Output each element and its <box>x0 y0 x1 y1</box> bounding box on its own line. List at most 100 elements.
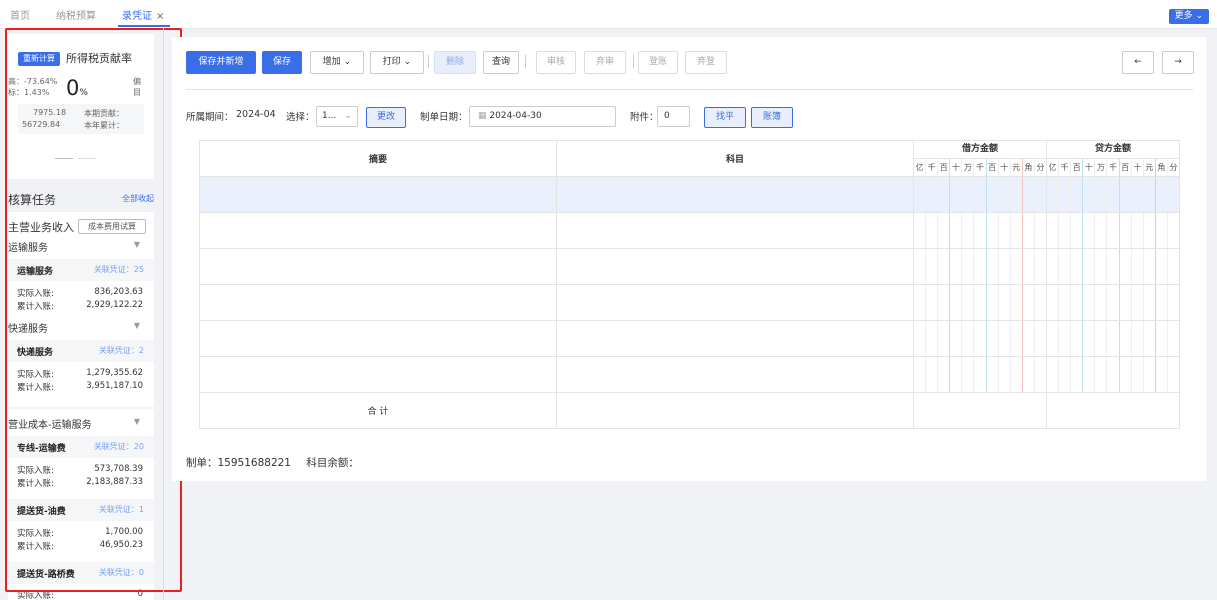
voucher-panel: 保存并新增 保存 增加 ⌄ 打印 ⌄ 删除 查询 审核 弃审 登账 弃登 ← →… <box>172 37 1206 481</box>
summary-cell[interactable] <box>199 176 557 213</box>
attachment-input[interactable]: 0 <box>657 106 690 127</box>
subject-cell[interactable] <box>556 320 914 357</box>
change-button[interactable]: 更改 <box>366 107 406 128</box>
digit-unit: 千 <box>1059 159 1072 176</box>
ledger-button[interactable]: 账簿 <box>751 107 793 128</box>
close-icon[interactable]: × <box>156 11 164 22</box>
digit-unit: 分 <box>1169 163 1178 172</box>
add-label: 增加 <box>322 57 341 67</box>
credit-cell[interactable] <box>1046 212 1180 249</box>
summary-cell[interactable] <box>199 284 557 321</box>
summary-cell[interactable] <box>199 356 557 393</box>
table-row[interactable] <box>199 356 1180 393</box>
summary-cell[interactable] <box>199 320 557 357</box>
maker-label: 制单： <box>186 457 218 469</box>
digit-unit: 分 <box>1036 163 1045 172</box>
choose-label: 选择： <box>286 112 315 123</box>
save-and-new-button[interactable]: 保存并新增 <box>186 51 256 74</box>
column-header-credit: 贷方金额 亿千百十万千百十元角分 <box>1046 140 1180 177</box>
credit-grid <box>1047 285 1179 320</box>
debit-cell[interactable] <box>913 176 1047 213</box>
subject-cell[interactable] <box>556 248 914 285</box>
digit-unit: 百 <box>1071 159 1084 176</box>
credit-cell[interactable] <box>1046 284 1180 321</box>
digit-unit: 亿 <box>1047 159 1060 176</box>
voucher-table: 摘要 科目 借方金额 亿千百十万千百十元角分 贷方金额 亿千百十万千百十元角分 <box>199 140 1180 429</box>
toolbar-divider <box>633 55 634 68</box>
debit-grid <box>914 357 1046 392</box>
more-button[interactable]: 更多 ⌄ <box>1168 9 1209 24</box>
credit-cell[interactable] <box>1046 320 1180 357</box>
debit-cell[interactable] <box>913 284 1047 321</box>
chevron-down-icon: ⌄ <box>344 111 352 121</box>
unpost-button[interactable]: 弃登 <box>685 51 727 74</box>
digit-unit: 千 <box>974 159 987 176</box>
tab-home[interactable]: 首页 <box>10 7 30 22</box>
digit-unit: 亿 <box>914 159 927 176</box>
table-row[interactable] <box>199 284 1180 321</box>
subject-cell[interactable] <box>556 356 914 393</box>
credit-cell[interactable] <box>1046 248 1180 285</box>
column-header-subject-text: 科目 <box>725 155 744 165</box>
debit-cell[interactable] <box>913 320 1047 357</box>
debit-cell[interactable] <box>913 212 1047 249</box>
table-header: 摘要 科目 借方金额 亿千百十万千百十元角分 贷方金额 亿千百十万千百十元角分 <box>199 140 1180 177</box>
total-debit-cell <box>913 392 1047 429</box>
query-button[interactable]: 查询 <box>483 51 519 74</box>
digit-unit: 千 <box>1107 159 1120 176</box>
debit-grid <box>914 213 1046 248</box>
voucher-footer: 制单：15951688221 科目余额： <box>186 455 359 470</box>
debit-cell[interactable] <box>913 356 1047 393</box>
save-button[interactable]: 保存 <box>262 51 302 74</box>
balance-button[interactable]: 找平 <box>704 107 746 128</box>
audit-button[interactable]: 审核 <box>536 51 576 74</box>
print-dropdown[interactable]: 打印 ⌄ <box>370 51 424 74</box>
delete-button[interactable]: 删除 <box>434 51 476 74</box>
column-header-subject: 科目 <box>556 140 914 177</box>
tab-tax-budget[interactable]: 纳税预算 <box>56 7 96 22</box>
date-input[interactable]: ▦ 2024-04-30 <box>469 106 616 127</box>
debit-grid <box>914 249 1046 284</box>
more-button-label: 更多 <box>1174 11 1193 21</box>
debit-grid <box>914 177 1046 212</box>
table-row[interactable] <box>199 320 1180 357</box>
tab-voucher-entry[interactable]: 录凭证 × <box>122 7 164 22</box>
chevron-down-icon: ⌄ <box>1195 11 1203 21</box>
period-select[interactable]: 1... ⌄ <box>316 106 358 127</box>
digit-units: 亿千百十万千百十元角分 <box>1047 159 1179 176</box>
subject-cell[interactable] <box>556 176 914 213</box>
next-arrow-icon[interactable]: → <box>1162 51 1194 74</box>
table-row[interactable] <box>199 248 1180 285</box>
subject-balance-label: 科目余额： <box>306 457 359 469</box>
column-header-summary: 摘要 <box>199 140 557 177</box>
prev-arrow-icon[interactable]: ← <box>1122 51 1154 74</box>
debit-cell[interactable] <box>913 248 1047 285</box>
attachment-label: 附件： <box>630 112 659 123</box>
digit-unit: 万 <box>962 159 975 176</box>
credit-cell[interactable] <box>1046 176 1180 213</box>
summary-cell[interactable] <box>199 248 557 285</box>
digit-units: 亿千百十万千百十元角分 <box>914 159 1046 176</box>
maker-value: 15951688221 <box>217 457 292 469</box>
subject-cell[interactable] <box>556 284 914 321</box>
digit-unit: 角 <box>1023 159 1035 176</box>
digit-unit: 元 <box>1011 159 1023 176</box>
credit-grid <box>1047 213 1179 248</box>
table-row[interactable] <box>199 212 1180 249</box>
period-value: 2024-04 <box>236 109 276 120</box>
digit-unit: 十 <box>1132 159 1144 176</box>
column-header-debit: 借方金额 亿千百十万千百十元角分 <box>913 140 1047 177</box>
post-button[interactable]: 登账 <box>638 51 678 74</box>
credit-grid <box>1047 177 1179 212</box>
subject-cell[interactable] <box>556 212 914 249</box>
panel-divider[interactable] <box>163 28 164 600</box>
table-row[interactable] <box>199 176 1180 213</box>
summary-cell[interactable] <box>199 212 557 249</box>
unaudit-button[interactable]: 弃审 <box>584 51 626 74</box>
digit-unit: 十 <box>1083 159 1096 176</box>
digit-unit: 万 <box>1095 159 1108 176</box>
divider <box>186 89 1193 90</box>
add-dropdown[interactable]: 增加 ⌄ <box>310 51 364 74</box>
credit-cell[interactable] <box>1046 356 1180 393</box>
print-label: 打印 <box>382 57 401 67</box>
